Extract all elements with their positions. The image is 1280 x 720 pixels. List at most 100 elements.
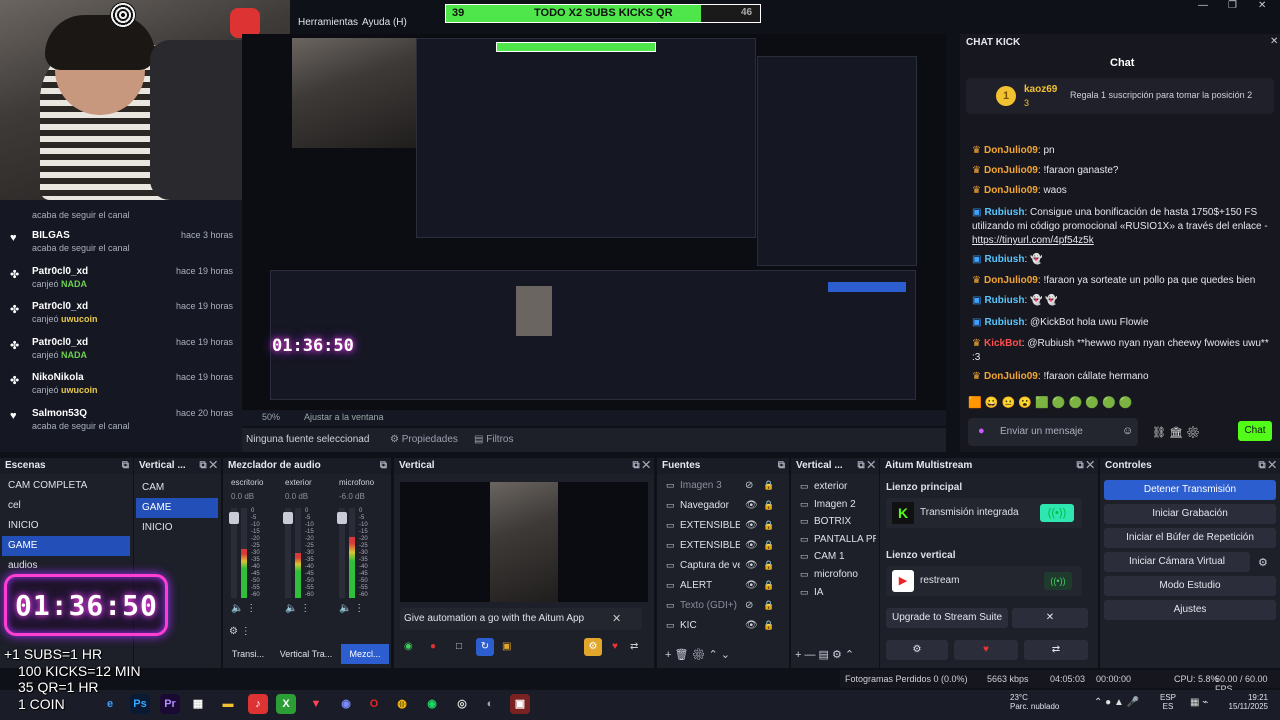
visibility-icon[interactable]: ⊘ — [745, 480, 753, 491]
virtual-cam-settings-icon[interactable]: ⚙ — [1258, 556, 1268, 569]
control-button[interactable]: Iniciar Cámara Virtual — [1104, 552, 1250, 572]
taskbar-spotify-icon[interactable]: ◉ — [422, 694, 442, 714]
source-item[interactable]: EXTENSIBLE — [680, 540, 740, 551]
aitum-settings-button[interactable]: ⚙ — [886, 640, 948, 660]
visibility-icon[interactable]: 👁 — [745, 580, 758, 591]
vertical-source-item[interactable]: BOTRIX — [814, 516, 876, 527]
dock-tab[interactable]: Transi... — [225, 644, 271, 664]
lock-icon[interactable]: 🔒 — [763, 500, 774, 511]
vertical-source-item[interactable]: IA — [814, 587, 876, 598]
menu-ayuda[interactable]: Ayuda (H) — [362, 17, 407, 28]
vertical-source-item[interactable]: microfono — [814, 569, 876, 580]
vertical-scene-item[interactable]: CAM — [136, 478, 218, 498]
fader-knob[interactable] — [283, 512, 293, 524]
settings-gear-icon[interactable]: ⚙ — [584, 638, 602, 656]
fader-knob[interactable] — [229, 512, 239, 524]
control-button[interactable]: Iniciar el Búfer de Repetición — [1104, 528, 1276, 548]
restream-toggle[interactable]: ((•)) — [1044, 572, 1072, 590]
chat-user[interactable]: DonJulio09 — [984, 145, 1038, 156]
banner-close-icon[interactable]: ✕ — [612, 612, 621, 625]
chat-user[interactable]: DonJulio09 — [984, 165, 1038, 176]
source-item[interactable]: Navegador — [680, 500, 740, 511]
taskbar-edge-icon[interactable]: e — [100, 694, 120, 714]
chat-user[interactable]: KickBot — [984, 338, 1022, 349]
control-button[interactable]: Detener Transmisión — [1104, 480, 1276, 500]
chat-user[interactable]: Rubiush — [984, 207, 1024, 218]
taskbar-brave-icon[interactable]: ▼ — [306, 694, 326, 714]
taskbar-obs-icon[interactable]: ◎ — [452, 694, 472, 714]
chat-close-icon[interactable]: ✕ — [1270, 36, 1278, 47]
chat-user[interactable]: Rubiush — [984, 254, 1024, 265]
language-indicator[interactable]: ESP ES — [1160, 693, 1176, 711]
control-button[interactable]: Iniciar Grabación — [1104, 504, 1276, 524]
mixer-mute-icon[interactable]: 🔈 ⋮ — [339, 603, 364, 614]
lock-icon[interactable]: 🔒 — [763, 620, 774, 631]
visibility-icon[interactable]: 👁 — [745, 540, 758, 551]
minimize-icon[interactable]: — — [1198, 0, 1208, 11]
chat-send-button[interactable]: Chat — [1238, 421, 1272, 441]
visibility-icon[interactable]: 👁 — [745, 500, 758, 511]
source-item[interactable]: Captura de ven — [680, 560, 740, 571]
taskbar-chrome-icon[interactable]: ◍ — [392, 694, 412, 714]
weather-widget[interactable]: 23°C Parc. nublado — [1010, 693, 1059, 711]
obs-preview-canvas[interactable]: 01:36:50 — [242, 34, 946, 410]
scene-item[interactable]: GAME — [2, 536, 130, 556]
taskbar-store-icon[interactable]: ▦ — [188, 694, 208, 714]
vertical-source-item[interactable]: exterior — [814, 481, 876, 492]
taskbar-folder-icon[interactable]: ▬ — [218, 694, 238, 714]
share-icon[interactable]: ⇄ — [630, 641, 638, 652]
filters-button[interactable]: ▤ Filtros — [474, 434, 513, 445]
scene-item[interactable]: INICIO — [2, 516, 130, 536]
taskbar-game-icon[interactable]: ▣ — [510, 694, 530, 714]
mixer-mute-icon[interactable]: 🔈 ⋮ — [285, 603, 310, 614]
visibility-icon[interactable]: 👁 — [745, 620, 758, 631]
chat-user[interactable]: DonJulio09 — [984, 185, 1038, 196]
vertical-scene-item[interactable]: INICIO — [136, 518, 218, 538]
visibility-icon[interactable]: 👁 — [745, 520, 758, 531]
aitum-share-button[interactable]: ⇄ — [1024, 640, 1088, 660]
lock-icon[interactable]: 🔒 — [763, 560, 774, 571]
chat-link[interactable]: https://tinyurl.com/4pf54z5k — [972, 234, 1272, 248]
vertical-scene-item[interactable]: GAME — [136, 498, 218, 518]
heart-icon[interactable]: ♥ — [612, 641, 618, 652]
taskbar-premiere-icon[interactable]: Pr — [160, 694, 180, 714]
properties-button[interactable]: ⚙ Propiedades — [390, 434, 458, 445]
lock-icon[interactable]: 🔒 — [763, 520, 774, 531]
zoom-fit[interactable]: Ajustar a la ventana — [304, 412, 384, 422]
fader-knob[interactable] — [337, 512, 347, 524]
stop-icon[interactable]: □ — [456, 641, 462, 652]
lock-icon[interactable]: 🔒 — [763, 540, 774, 551]
vertical-source-item[interactable]: PANTALLA PRIN — [814, 534, 876, 545]
chat-user[interactable]: DonJulio09 — [984, 371, 1038, 382]
taskbar-opera-icon[interactable]: O — [364, 694, 384, 714]
taskbar-steam-icon[interactable]: ◐ — [480, 694, 500, 714]
dock-tab[interactable]: Mezcl... — [341, 644, 389, 664]
source-item[interactable]: Texto (GDI+) — [680, 600, 740, 611]
scene-item[interactable]: audios — [2, 556, 130, 576]
source-item[interactable]: EXTENSIBLE LE — [680, 520, 740, 531]
stream-icon[interactable]: ◉ — [404, 641, 413, 652]
scene-item[interactable]: cel — [2, 496, 130, 516]
close-icon[interactable]: ✕ — [1258, 0, 1266, 11]
lock-icon[interactable]: 🔒 — [763, 580, 774, 591]
clock[interactable]: 19:21 15/11/2025 — [1226, 693, 1268, 711]
visibility-icon[interactable]: 👁 — [745, 560, 758, 571]
replay-icon[interactable]: ↻ — [476, 638, 494, 656]
source-item[interactable]: ALERT — [680, 580, 740, 591]
taskbar-xbox-icon[interactable]: X — [276, 694, 296, 714]
maximize-icon[interactable]: ❐ — [1228, 0, 1237, 11]
control-button[interactable]: Modo Estudio — [1104, 576, 1276, 596]
taskbar-app-icon[interactable]: ♪ — [248, 694, 268, 714]
taskbar-discord-icon[interactable]: ◉ — [336, 694, 356, 714]
dock-tab[interactable]: Vertical Tra... — [275, 644, 337, 664]
upgrade-button[interactable]: Upgrade to Stream Suite — [886, 608, 1008, 628]
control-button[interactable]: Ajustes — [1104, 600, 1276, 620]
zoom-percent[interactable]: 50% — [262, 412, 280, 422]
chat-user[interactable]: Rubiush — [984, 295, 1024, 306]
record-icon[interactable]: ● — [430, 641, 436, 652]
upgrade-close-button[interactable]: ✕ — [1012, 608, 1088, 628]
lock-icon[interactable]: 🔒 — [763, 600, 774, 611]
mixer-settings-icon[interactable]: ⚙ ⋮ — [229, 626, 251, 637]
lock-icon[interactable]: 🔒 — [763, 480, 774, 491]
source-item[interactable]: KIC — [680, 620, 740, 631]
